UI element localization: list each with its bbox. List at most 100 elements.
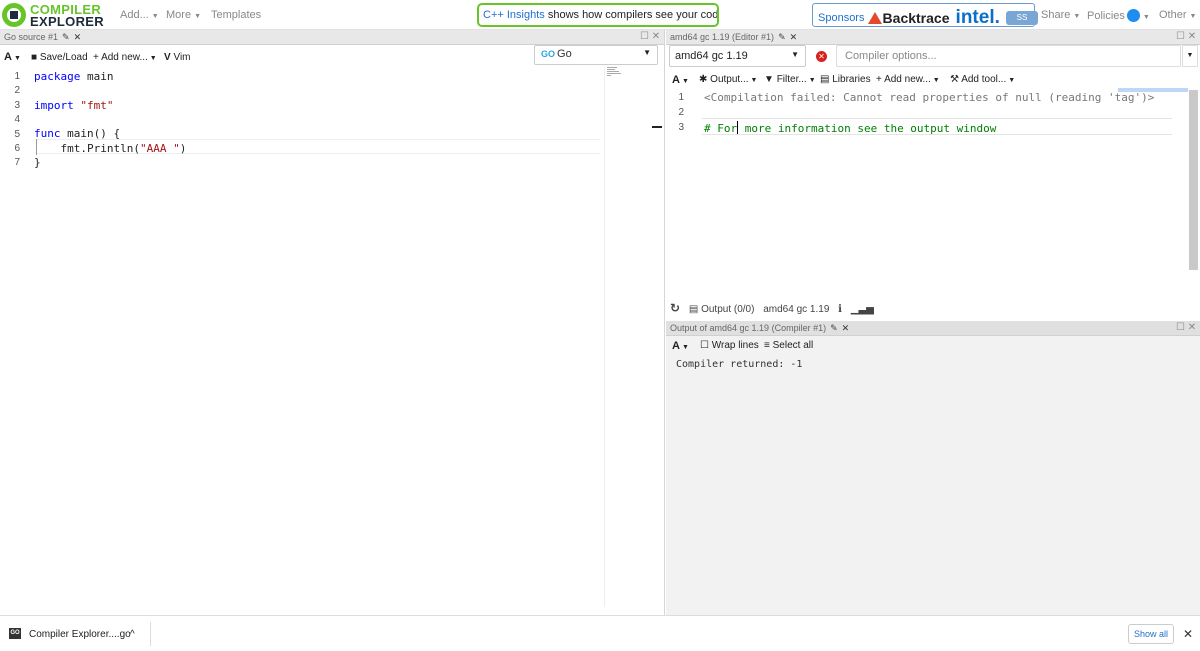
maximize-icon[interactable]: ☐ xyxy=(1176,322,1185,333)
pencil-icon[interactable]: ✎ xyxy=(830,323,838,333)
wrap-lines-checkbox[interactable]: ☐ Wrap lines xyxy=(700,340,759,351)
output-tab-title: Output of amd64 gc 1.19 (Compiler #1) xyxy=(670,323,827,333)
other-menu[interactable]: Other ▼ xyxy=(1159,9,1196,21)
chevron-up-icon[interactable]: ^ xyxy=(130,629,135,640)
compiler-pane-controls[interactable]: ☐ ✕ xyxy=(1176,31,1196,42)
output-toggle[interactable]: ▤ Output (0/0) xyxy=(689,304,755,315)
vertical-scrollbar[interactable] xyxy=(1189,90,1198,270)
filter-menu-label: Filter... xyxy=(776,74,807,85)
compiler-font-menu[interactable]: A ▼ xyxy=(672,74,689,86)
save-load-label: Save/Load xyxy=(39,52,88,63)
separator xyxy=(150,622,151,646)
libraries-button[interactable]: ▤ Libraries xyxy=(820,74,871,85)
output-tab[interactable]: Output of amd64 gc 1.19 (Compiler #1) ✎ ✕ xyxy=(666,321,1200,336)
assembly-minimap[interactable] xyxy=(1118,88,1188,92)
wrench-icon: ⚒ xyxy=(950,74,959,85)
caret-down-icon: ▼ xyxy=(13,55,21,62)
templates-link[interactable]: Templates xyxy=(211,9,261,21)
caret-down-icon: ▼ xyxy=(194,13,201,20)
recompile-icon[interactable]: ↻ xyxy=(670,301,680,315)
caret-down-icon: ▼ xyxy=(1008,77,1016,84)
chart-icon[interactable]: ▁▃▅ xyxy=(851,304,874,315)
maximize-icon[interactable]: ☐ xyxy=(1176,31,1185,42)
checkbox-icon: ☐ xyxy=(700,340,709,351)
assembly-output[interactable]: 1 <Compilation failed: Cannot read prope… xyxy=(666,90,1190,290)
add-new-label: Add new... xyxy=(884,74,931,85)
insights-banner[interactable]: C++ Insights shows how compilers see you… xyxy=(477,3,719,27)
caret-down-icon: ▼ xyxy=(681,344,689,351)
compiler-options-input[interactable]: Compiler options... xyxy=(836,45,1181,67)
logo-text-bottom: EXPLORER xyxy=(30,14,104,29)
caret-down-icon: ▼ xyxy=(808,77,816,84)
vim-toggle[interactable]: V Vim xyxy=(164,52,191,63)
line-number: 3 xyxy=(14,100,20,111)
close-icon[interactable]: ✕ xyxy=(790,32,798,42)
editor-minimap[interactable] xyxy=(604,67,652,607)
add-tool-menu[interactable]: ⚒ Add tool... ▼ xyxy=(950,74,1015,85)
options-dropdown[interactable]: ▼ xyxy=(1182,45,1198,67)
list-icon: ≡ xyxy=(764,340,770,351)
language-select[interactable]: GO Go ▼ xyxy=(534,45,658,65)
line-number: 7 xyxy=(14,157,20,168)
solid-sands-logo[interactable]: SS xyxy=(1005,11,1038,25)
editor-font-menu[interactable]: A ▼ xyxy=(4,51,21,63)
info-icon[interactable]: i xyxy=(838,304,842,315)
pencil-icon[interactable]: ✎ xyxy=(778,32,786,42)
sponsors-box[interactable]: Sponsors Backtrace intel. SS xyxy=(812,3,1038,28)
wrap-lines-label: Wrap lines xyxy=(711,340,759,351)
filter-menu[interactable]: ▼ Filter... ▼ xyxy=(764,74,816,85)
error-icon[interactable]: ✕ xyxy=(816,51,827,62)
pencil-icon[interactable]: ✎ xyxy=(62,32,70,42)
show-all-button[interactable]: Show all xyxy=(1128,624,1174,644)
select-all-button[interactable]: ≡ Select all xyxy=(764,340,813,351)
caret-down-icon: ▼ xyxy=(643,48,651,57)
filter-icon: ▼ xyxy=(764,74,774,85)
compiler-explorer-logo[interactable]: COMPILER EXPLORER xyxy=(2,1,106,29)
compiler-status-bar: ↻ ▤ Output (0/0) amd64 gc 1.19 i ▁▃▅ xyxy=(670,301,874,315)
backtrace-logo[interactable]: Backtrace xyxy=(868,10,950,26)
editor-add-new-menu[interactable]: + Add new... ▼ xyxy=(93,52,157,63)
line-number: 6 xyxy=(14,143,20,154)
close-pane-icon[interactable]: ✕ xyxy=(652,31,660,42)
output-menu[interactable]: ✱ Output... ▼ xyxy=(699,74,757,85)
line-number: 4 xyxy=(14,114,20,125)
download-bar: GO Compiler Explorer....go ^ Show all ✕ xyxy=(0,615,1200,651)
save-load-button[interactable]: ■ Save/Load xyxy=(31,52,88,63)
caret-down-icon: ▼ xyxy=(932,77,940,84)
maximize-icon[interactable]: ☐ xyxy=(640,31,649,42)
intel-logo[interactable]: intel. xyxy=(956,7,1000,28)
download-item[interactable]: Compiler Explorer....go xyxy=(29,629,131,640)
output-menu-label: Output... xyxy=(710,74,749,85)
row-divider xyxy=(702,134,1172,135)
insights-link[interactable]: C++ Insights xyxy=(483,9,545,21)
asm-line: <Compilation failed: Cannot read propert… xyxy=(704,91,1155,104)
plus-icon: + xyxy=(876,74,882,85)
close-icon[interactable]: ✕ xyxy=(1183,627,1193,641)
add-menu[interactable]: Add... ▼ xyxy=(120,9,159,21)
pane-divider[interactable] xyxy=(664,30,665,615)
compiler-add-new-menu[interactable]: + Add new... ▼ xyxy=(876,74,940,85)
compiler-select[interactable]: amd64 gc 1.19 ▼ xyxy=(669,45,806,67)
templates-label: Templates xyxy=(211,9,262,21)
share-menu[interactable]: Share ▼ xyxy=(1041,9,1080,21)
text-cursor xyxy=(737,121,739,134)
output-font-menu[interactable]: A ▼ xyxy=(672,340,689,352)
close-pane-icon[interactable]: ✕ xyxy=(1188,322,1196,333)
line-number: 5 xyxy=(14,129,20,140)
more-menu[interactable]: More ▼ xyxy=(166,9,201,21)
editor-tab[interactable]: Go source #1 ✎ ✕ xyxy=(0,30,664,45)
sponsors-label: Sponsors xyxy=(818,12,865,24)
language-label: Go xyxy=(557,48,572,60)
policies-menu[interactable]: Policies ▼ xyxy=(1087,9,1150,22)
output-pane-controls[interactable]: ☐ ✕ xyxy=(1176,322,1196,333)
compiler-tab[interactable]: amd64 gc 1.19 (Editor #1) ✎ ✕ xyxy=(666,30,1200,45)
font-menu-label: A xyxy=(672,340,680,352)
close-icon[interactable]: ✕ xyxy=(842,323,850,333)
select-all-label: Select all xyxy=(772,340,814,351)
code-editor[interactable]: 1 package main 2 3 import "fmt" 4 5 func… xyxy=(0,67,602,607)
editor-pane-controls[interactable]: ☐ ✕ xyxy=(640,31,660,42)
caret-down-icon: ▼ xyxy=(1189,13,1197,20)
close-pane-icon[interactable]: ✕ xyxy=(1188,31,1196,42)
line-number: 2 xyxy=(14,85,20,96)
close-icon[interactable]: ✕ xyxy=(74,32,82,42)
